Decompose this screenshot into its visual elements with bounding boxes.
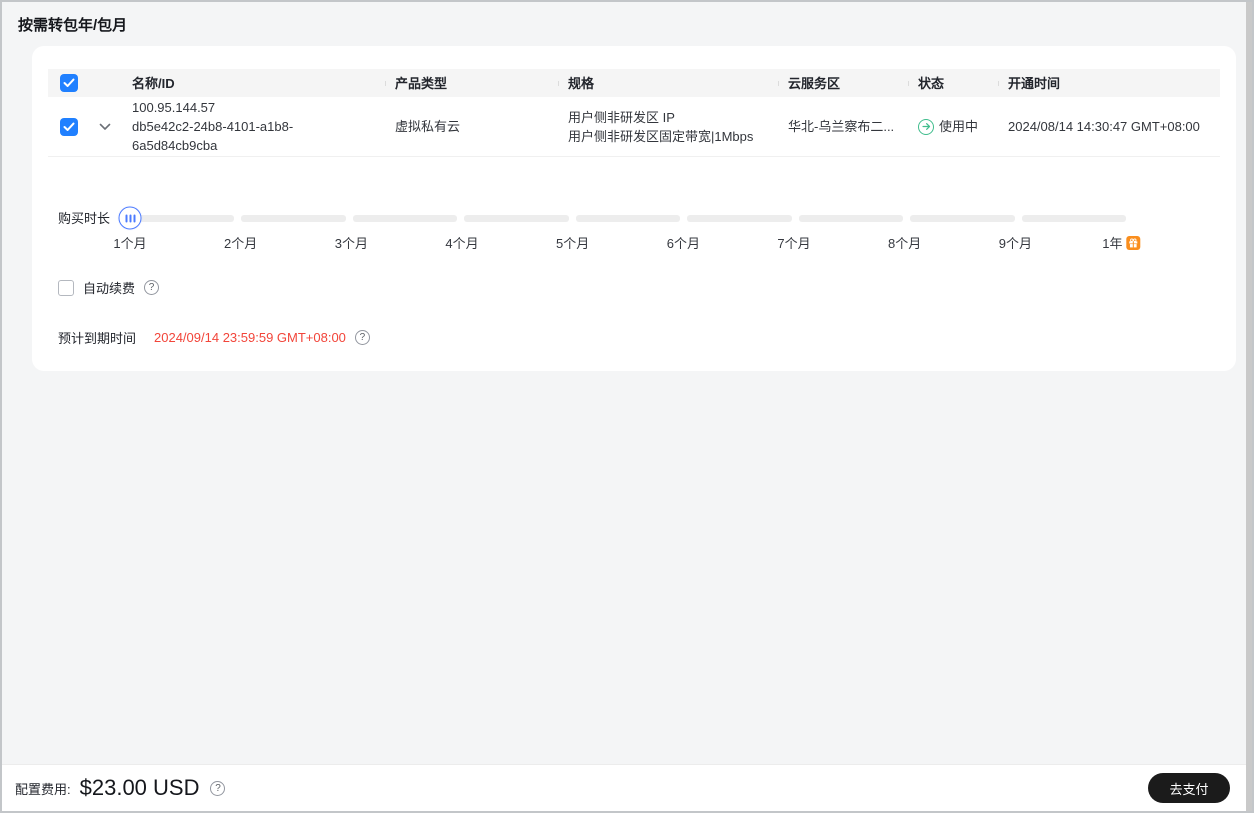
resource-name: 100.95.144.57 [132, 100, 216, 115]
slider-segment[interactable] [352, 215, 458, 222]
resource-spec-line1: 用户侧非研发区 IP [568, 109, 675, 125]
row-checkbox[interactable] [60, 117, 78, 136]
tick-2-months[interactable]: 2个月 [224, 233, 257, 252]
tick-5-months[interactable]: 5个月 [556, 233, 589, 252]
status-text: 使用中 [939, 119, 979, 134]
resource-table: 名称/ID 产品类型 规格 云服务区 状态 开通时间 100.95.144.57… [48, 69, 1220, 157]
column-header-open-time: 开通时间 [998, 74, 1220, 93]
slider-segment[interactable] [798, 215, 904, 222]
slider-handle[interactable] [118, 206, 142, 230]
pay-button[interactable]: 去支付 [1148, 773, 1230, 803]
slider-segment[interactable] [1021, 215, 1126, 222]
select-all-checkbox[interactable] [60, 74, 78, 92]
column-header-status: 状态 [908, 74, 998, 93]
resource-spec-line2: 用户侧非研发区固定带宽|1Mbps [568, 128, 754, 144]
checkmark-icon [63, 122, 75, 131]
page-title: 按需转包年/包月 [18, 17, 128, 34]
column-header-product-type: 产品类型 [385, 74, 558, 93]
duration-section: 购买时长 1个月 2个月 3个月 4个月 5个月 6个月 7个月 8个月 9个月… [58, 206, 1220, 252]
column-header-name: 名称/ID [132, 75, 175, 91]
fee-label: 配置费用: [15, 781, 71, 797]
slider-tick-labels: 1个月 2个月 3个月 4个月 5个月 6个月 7个月 8个月 9个月 1年 [113, 231, 1141, 252]
footer-bar: 配置费用: $23.00 USD ? 去支付 [2, 764, 1252, 811]
slider-track [130, 215, 1126, 222]
billing-change-page: 按需转包年/包月 名称/ID 产品类型 规格 云服务区 状态 开通时间 100.… [0, 0, 1254, 813]
resource-id: db5e42c2-24b8-4101-a1b8-6a5d84cb9cba [132, 119, 294, 153]
tick-6-months[interactable]: 6个月 [667, 233, 700, 252]
duration-slider: 1个月 2个月 3个月 4个月 5个月 6个月 7个月 8个月 9个月 1年 [113, 206, 1141, 252]
content-card: 名称/ID 产品类型 规格 云服务区 状态 开通时间 100.95.144.57… [32, 46, 1236, 371]
tick-9-months[interactable]: 9个月 [999, 233, 1032, 252]
slider-segment[interactable] [464, 215, 569, 222]
auto-renew-help-icon[interactable]: ? [144, 280, 160, 295]
vertical-scrollbar[interactable] [1246, 2, 1252, 811]
status-running-icon [918, 118, 934, 135]
tick-4-months[interactable]: 4个月 [445, 233, 478, 252]
tick-1-year[interactable]: 1年 [1102, 233, 1141, 252]
slider-segment[interactable] [241, 215, 346, 222]
gift-icon [1126, 235, 1141, 250]
slider-segment[interactable] [130, 215, 235, 222]
auto-renew-section: 自动续费 ? [58, 278, 1220, 297]
resource-open-time: 2024/08/14 14:30:47 GMT+08:00 [1008, 119, 1200, 134]
tick-7-months[interactable]: 7个月 [777, 233, 810, 252]
chevron-down-icon[interactable] [99, 123, 111, 131]
slider-segment[interactable] [687, 215, 792, 222]
slider-segment[interactable] [575, 215, 681, 222]
slider-segment[interactable] [910, 215, 1015, 222]
expiry-help-icon[interactable]: ? [354, 330, 370, 345]
column-header-spec: 规格 [558, 74, 778, 93]
tick-3-months[interactable]: 3个月 [335, 233, 368, 252]
table-row: 100.95.144.57 db5e42c2-24b8-4101-a1b8-6a… [48, 97, 1220, 157]
table-header-row: 名称/ID 产品类型 规格 云服务区 状态 开通时间 [48, 69, 1220, 97]
checkmark-icon [63, 78, 75, 87]
resource-product-type: 虚拟私有云 [395, 119, 461, 134]
tick-1-month[interactable]: 1个月 [113, 233, 146, 252]
resource-region: 华北-乌兰察布二... [788, 119, 895, 134]
fee-help-icon[interactable]: ? [210, 780, 226, 796]
expiry-time-value: 2024/09/14 23:59:59 GMT+08:00 [154, 330, 346, 345]
expiry-section: 预计到期时间 2024/09/14 23:59:59 GMT+08:00 ? [58, 328, 1220, 347]
column-header-region: 云服务区 [778, 74, 908, 93]
auto-renew-label: 自动续费 [83, 281, 136, 296]
tick-8-months[interactable]: 8个月 [888, 233, 921, 252]
auto-renew-checkbox[interactable] [58, 279, 74, 296]
expiry-label: 预计到期时间 [58, 331, 137, 346]
fee-value: $23.00 USD [79, 775, 200, 800]
